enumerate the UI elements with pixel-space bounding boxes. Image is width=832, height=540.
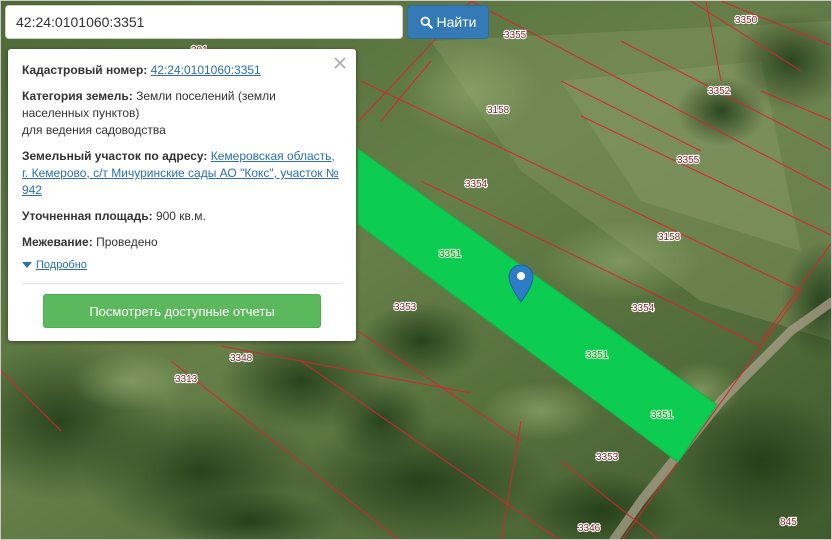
parcel-label: 3313 <box>175 374 198 385</box>
search-button[interactable]: Найти <box>407 5 489 39</box>
details-toggle[interactable]: Подробно <box>22 259 342 271</box>
parcel-label: 3351 <box>586 350 609 361</box>
land-category-value-3: для ведения садоводства <box>22 123 166 137</box>
area-label: Уточненная площадь: <box>22 209 153 223</box>
parcel-label: 3353 <box>394 302 417 313</box>
area-row: Уточненная площадь: 900 кв.м. <box>22 208 342 225</box>
parcel-label: 3353 <box>596 452 619 463</box>
cadastral-number-link[interactable]: 42:24:0101060:3351 <box>151 63 261 77</box>
parcel-label: 3355 <box>504 30 527 41</box>
parcel-label: 3352 <box>708 86 731 97</box>
survey-value: Проведено <box>96 235 158 249</box>
address-link[interactable]: Кемеровская область, <box>211 149 335 163</box>
address-link-3[interactable]: 942 <box>22 183 42 197</box>
survey-label: Межевание: <box>22 235 93 249</box>
details-link[interactable]: Подробно <box>36 259 87 271</box>
address-row: Земельный участок по адресу: Кемеровская… <box>22 148 342 199</box>
address-label: Земельный участок по адресу: <box>22 149 208 163</box>
parcel-label: 3354 <box>465 179 488 190</box>
cadastral-number-row: Кадастровый номер: 42:24:0101060:3351 <box>22 62 342 79</box>
land-category-value: Земли поселений (земли <box>136 89 276 103</box>
parcel-label: 3355 <box>677 155 700 166</box>
view-reports-button[interactable]: Посмотреть доступные отчеты <box>43 294 321 328</box>
parcel-label: 3158 <box>487 105 510 116</box>
area-value: 900 кв.м. <box>155 209 206 223</box>
parcel-info-popup: Кадастровый номер: 42:24:0101060:3351 Ка… <box>8 49 356 341</box>
popup-divider <box>22 283 342 284</box>
land-category-row: Категория земель: Земли поселений (земли… <box>22 88 342 139</box>
search-button-label: Найти <box>436 14 477 30</box>
parcel-label: 3351 <box>651 410 674 421</box>
land-category-label: Категория земель: <box>22 89 133 103</box>
parcel-label: 3348 <box>230 353 253 364</box>
parcel-label: 3350 <box>735 15 758 26</box>
close-icon[interactable] <box>332 55 348 71</box>
parcel-label: 3346 <box>578 523 601 534</box>
search-input[interactable] <box>5 5 403 39</box>
parcel-label: 845 <box>780 517 797 528</box>
parcel-label: 3351 <box>439 249 462 260</box>
parcel-label: 3354 <box>632 303 655 314</box>
survey-row: Межевание: Проведено <box>22 234 342 251</box>
address-link-2[interactable]: г. Кемерово, с/т Мичуринские сады АО "Ко… <box>22 166 339 180</box>
search-icon <box>420 16 433 29</box>
parcel-label: 3158 <box>658 232 681 243</box>
land-category-value-2: населенных пунктов) <box>22 106 140 120</box>
cadastral-number-label: Кадастровый номер: <box>22 63 148 77</box>
caret-down-icon <box>22 262 32 268</box>
